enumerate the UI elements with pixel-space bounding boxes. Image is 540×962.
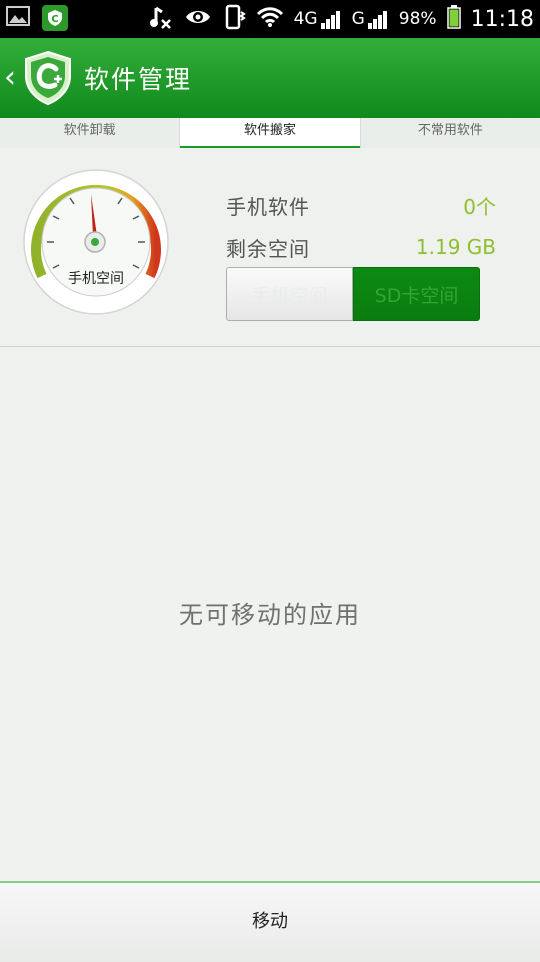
empty-message: 无可移动的应用 xyxy=(179,601,361,629)
signal-g-icon: G xyxy=(352,9,389,29)
page-title: 软件管理 xyxy=(84,65,193,94)
image-icon xyxy=(6,5,30,31)
vibrate-icon xyxy=(222,4,246,34)
tab-uninstall[interactable]: 软件卸载 xyxy=(0,118,181,148)
tab-bar: 软件卸载 软件搬家 不常用软件 xyxy=(0,118,540,149)
storage-toggle: 手机空间 SD卡空间 xyxy=(226,267,480,321)
phone-apps-value: 0个 xyxy=(463,194,496,219)
storage-gauge: 手机空间 xyxy=(22,168,170,316)
free-space-value: 1.19 GB xyxy=(415,235,496,259)
music-mute-icon xyxy=(148,4,174,34)
free-space-label: 剩余空间 xyxy=(226,236,310,261)
tab-rarely-used[interactable]: 不常用软件 xyxy=(361,118,540,148)
wifi-icon xyxy=(256,6,284,32)
app-header: ‹ 软件管理 xyxy=(0,38,540,118)
sd-space-button[interactable]: SD卡空间 xyxy=(353,267,480,321)
svg-text:C: C xyxy=(51,14,58,25)
free-space-row: 剩余空间 1.19 GB xyxy=(226,232,496,262)
tab-move-apps[interactable]: 软件搬家 xyxy=(180,118,361,149)
phone-apps-row: 手机软件 0个 xyxy=(226,190,496,220)
app-badge-icon: C xyxy=(42,5,68,31)
shield-logo-icon[interactable] xyxy=(22,50,74,106)
gauge-label: 手机空间 xyxy=(68,271,124,287)
move-button[interactable]: 移动 xyxy=(0,881,540,962)
signal-4g-icon: 4G xyxy=(294,9,342,29)
phone-space-button[interactable]: 手机空间 xyxy=(226,267,353,321)
phone-apps-label: 手机软件 xyxy=(226,194,310,219)
eye-icon xyxy=(184,7,212,31)
battery-icon xyxy=(446,5,461,33)
app-list: 无可移动的应用 xyxy=(0,347,540,881)
battery-percent: 98% xyxy=(398,9,437,29)
status-bar: C 4G G 98% 11:18 xyxy=(0,0,540,38)
storage-panel: 手机空间 手机软件 0个 剩余空间 1.19 GB 手机空间 SD卡空间 xyxy=(0,148,540,347)
clock: 11:18 xyxy=(470,6,534,32)
chevron-left-icon[interactable]: ‹ xyxy=(4,63,16,93)
move-button-label: 移动 xyxy=(252,911,288,932)
